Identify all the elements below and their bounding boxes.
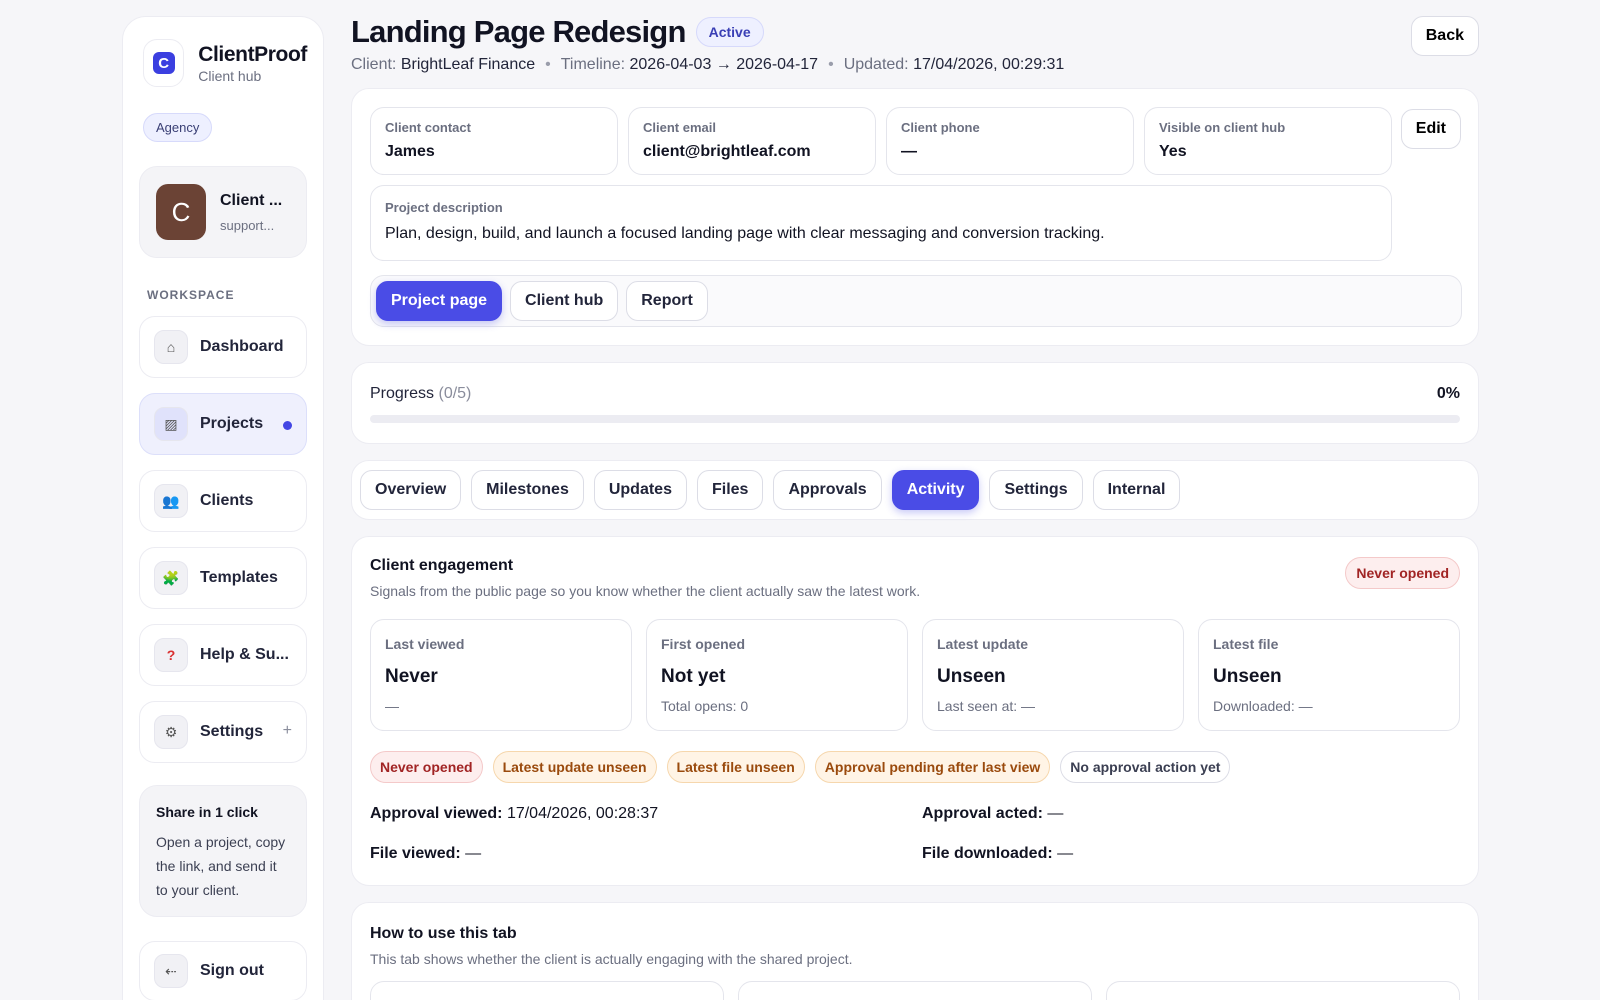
stat-latest-file: Latest file Unseen Downloaded: — xyxy=(1198,619,1460,731)
progress-percent: 0% xyxy=(1436,385,1460,402)
approval-acted: Approval acted: — xyxy=(922,805,1064,822)
user-card[interactable]: C Client ... support... xyxy=(139,166,307,258)
view-switcher: Project page Client hub Report xyxy=(370,275,1462,327)
approval-viewed: Approval viewed: 17/04/2026, 00:28:37 xyxy=(370,805,659,822)
project-meta: Client: BrightLeaf Finance • Timeline: 2… xyxy=(351,56,1065,73)
tab-milestones[interactable]: Milestones xyxy=(471,470,584,510)
sidebar-item-dashboard[interactable]: ⌂ Dashboard xyxy=(139,316,307,378)
sidebar-item-label: Clients xyxy=(200,492,254,509)
stat-latest-update: Latest update Unseen Last seen at: — xyxy=(922,619,1184,731)
tab-project-page[interactable]: Project page xyxy=(376,281,503,321)
progress-label: Progress (0/5) xyxy=(370,385,472,402)
updated-at: 17/04/2026, 00:29:31 xyxy=(913,56,1065,73)
back-button[interactable]: Back xyxy=(1410,16,1479,56)
howto-card xyxy=(1106,981,1460,1000)
share-text: Open a project, copy the link, and send … xyxy=(156,834,286,898)
sign-out-button[interactable]: ⇠ Sign out xyxy=(139,941,307,1000)
visible-on-hub-field: Visible on client hub Yes xyxy=(1144,107,1392,175)
chip-file-unseen: Latest file unseen xyxy=(666,751,805,783)
client-engagement-panel: Client engagement Signals from the publi… xyxy=(351,536,1479,886)
client-contact-field: Client contact James xyxy=(370,107,618,175)
share-card: Share in 1 click Open a project, copy th… xyxy=(139,785,307,917)
chip-no-approval-action: No approval action yet xyxy=(1060,751,1231,783)
tab-updates[interactable]: Updates xyxy=(593,470,687,510)
agency-badge: Agency xyxy=(143,113,213,142)
stat-last-viewed: Last viewed Never — xyxy=(370,619,632,731)
timeline: 2026-04-03 → 2026-04-17 xyxy=(629,56,819,73)
tab-files[interactable]: Files xyxy=(696,470,764,510)
gear-icon: ⚙ xyxy=(154,715,188,749)
client-email-field: Client email client@brightleaf.com xyxy=(628,107,876,175)
home-icon: ⌂ xyxy=(154,330,188,364)
sidebar-item-label: Settings xyxy=(200,723,264,740)
sidebar-item-label: Help & Su... xyxy=(200,646,289,663)
user-email: support... xyxy=(220,217,275,233)
howto-title: How to use this tab xyxy=(370,925,517,942)
project-tabs: Overview Milestones Updates Files Approv… xyxy=(351,460,1479,520)
status-badge: Active xyxy=(695,17,764,47)
engagement-details: Approval viewed: 17/04/2026, 00:28:37 Ap… xyxy=(370,805,1460,863)
progress-panel: Progress (0/5) 0% xyxy=(351,362,1479,444)
file-downloaded: File downloaded: — xyxy=(922,845,1074,862)
project-info-panel: Client contact James Client email client… xyxy=(351,88,1479,346)
tab-approvals[interactable]: Approvals xyxy=(773,470,882,510)
tab-overview[interactable]: Overview xyxy=(360,470,462,510)
users-icon: 👥 xyxy=(154,484,188,518)
sidebar: C ClientProof Client hub Agency C Client… xyxy=(122,16,324,1000)
edit-button[interactable]: Edit xyxy=(1400,109,1461,149)
howto-subtitle: This tab shows whether the client is act… xyxy=(370,951,853,967)
share-title: Share in 1 click xyxy=(156,804,258,820)
sidebar-item-templates[interactable]: 🧩 Templates xyxy=(139,547,307,609)
sign-out-label: Sign out xyxy=(200,962,264,979)
question-icon: ? xyxy=(154,638,188,672)
file-viewed: File viewed: — xyxy=(370,845,482,862)
how-to-panel: How to use this tab This tab shows wheth… xyxy=(351,902,1479,1000)
tab-activity[interactable]: Activity xyxy=(891,470,980,510)
plus-icon[interactable]: + xyxy=(283,722,292,740)
engagement-status-badge: Never opened xyxy=(1345,557,1460,589)
sidebar-item-label: Templates xyxy=(200,569,278,586)
sidebar-item-clients[interactable]: 👥 Clients xyxy=(139,470,307,532)
workspace-label: WORKSPACE xyxy=(147,288,235,302)
sidebar-item-help[interactable]: ? Help & Su... xyxy=(139,624,307,686)
engagement-subtitle: Signals from the public page so you know… xyxy=(370,583,921,599)
tab-report[interactable]: Report xyxy=(626,281,708,321)
brand-name: ClientProof xyxy=(198,42,307,66)
project-description-field: Project description Plan, design, build,… xyxy=(370,185,1392,261)
client-name: BrightLeaf Finance xyxy=(400,56,536,73)
folder-icon: ▨ xyxy=(154,407,188,441)
tab-internal[interactable]: Internal xyxy=(1092,470,1181,510)
puzzle-icon: 🧩 xyxy=(154,561,188,595)
sidebar-item-projects[interactable]: ▨ Projects xyxy=(139,393,307,455)
howto-card xyxy=(370,981,724,1000)
brand[interactable]: C ClientProof Client hub xyxy=(143,39,307,87)
sidebar-item-label: Dashboard xyxy=(200,338,284,355)
user-name: Client ... xyxy=(220,191,283,209)
brand-subtitle: Client hub xyxy=(198,67,262,84)
progress-bar xyxy=(370,415,1460,423)
chip-update-unseen: Latest update unseen xyxy=(492,751,657,783)
chip-never-opened: Never opened xyxy=(370,751,483,783)
avatar: C xyxy=(156,184,206,240)
sidebar-item-label: Projects xyxy=(200,415,264,432)
sign-out-icon: ⇠ xyxy=(154,954,188,988)
tab-settings[interactable]: Settings xyxy=(989,470,1083,510)
chip-approval-pending: Approval pending after last view xyxy=(814,751,1051,783)
client-phone-field: Client phone — xyxy=(886,107,1134,175)
main-content: Landing Page Redesign Active Back Client… xyxy=(351,14,1479,1000)
brand-logo-icon: C xyxy=(143,39,185,87)
engagement-title: Client engagement xyxy=(370,557,514,574)
tab-client-hub[interactable]: Client hub xyxy=(510,281,619,321)
howto-card xyxy=(738,981,1092,1000)
stat-first-opened: First opened Not yet Total opens: 0 xyxy=(646,619,908,731)
active-dot xyxy=(283,421,292,430)
page-title: Landing Page Redesign xyxy=(351,14,686,49)
sidebar-item-settings[interactable]: ⚙ Settings + xyxy=(139,701,307,763)
engagement-chips: Never opened Latest update unseen Latest… xyxy=(370,751,1460,783)
